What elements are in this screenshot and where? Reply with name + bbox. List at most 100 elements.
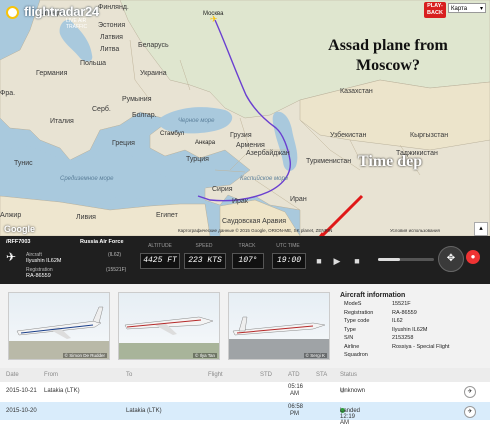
playback-label-line-2: BACK xyxy=(427,10,443,16)
label-romania: Румыния xyxy=(122,96,152,103)
label-mediterranean: Средиземное море xyxy=(60,176,114,182)
google-logo: Google xyxy=(4,224,35,234)
map-type-select[interactable]: Карта ▾ xyxy=(448,3,486,13)
registration-code: (15521F) xyxy=(106,267,127,273)
label-algeria: Алжир xyxy=(0,212,22,219)
header-atd: ATD xyxy=(288,372,300,378)
airplane-action-icon[interactable]: ✈ xyxy=(464,406,476,418)
aircraft-photo-1[interactable]: © Simon De Rudder xyxy=(8,292,110,360)
info-value-type-code: IL62 xyxy=(392,318,403,324)
label-moscow: Москва xyxy=(203,11,224,17)
label-ukraine: Украина xyxy=(140,70,167,77)
info-key-registration: Registration xyxy=(344,309,374,316)
expand-panel-icon[interactable]: ▴ xyxy=(474,222,488,236)
track-value: 107° xyxy=(232,253,264,269)
label-kazakhstan: Казахстан xyxy=(340,88,373,95)
header-sta: STA xyxy=(316,372,328,378)
utc-time-value: 19:00 xyxy=(272,253,306,269)
label-istanbul: Стамбул xyxy=(160,131,185,137)
stop-icon[interactable]: ■ xyxy=(312,254,326,268)
chevron-down-icon: ▾ xyxy=(479,6,483,12)
row-from: Latakia (LTK) xyxy=(44,388,80,394)
label-turkey: Турция xyxy=(186,156,209,163)
label-serbia: Серб. xyxy=(92,106,111,113)
row-atd-time: 06:58 xyxy=(288,404,304,410)
row-atd-time: 05:16 xyxy=(288,384,304,390)
map-type-value: Карта xyxy=(451,6,468,12)
label-turkmenistan: Туркменистан xyxy=(306,158,352,165)
header-std: STD xyxy=(260,372,272,378)
table-row[interactable]: 2015-10-21 Latakia (LTK) 05:16 AM Unknow… xyxy=(0,382,490,400)
label-armenia: Армения xyxy=(236,142,265,149)
info-key-modes: ModeS xyxy=(344,301,362,307)
playback-label-line-1: PLAY- xyxy=(427,3,443,9)
header-date: Date xyxy=(6,372,19,378)
header-to: To xyxy=(126,372,133,378)
flight-map[interactable]: ✈ Москва Швеция Финлянд. Эстония Латвия … xyxy=(0,0,490,236)
photo-credit-3: © Sergi K xyxy=(303,353,327,358)
info-value-sn: 2153258 xyxy=(392,335,414,341)
header-from: From xyxy=(44,372,58,378)
label-tunisia: Тунис xyxy=(14,160,33,167)
label-bulgaria: Болгар. xyxy=(132,112,157,119)
label-poland: Польша xyxy=(80,60,107,67)
info-key-airline: Airline xyxy=(344,343,360,350)
aircraft-info-row: Squadron xyxy=(340,352,488,361)
row-status-text: Unknown xyxy=(340,388,366,394)
label-egypt: Египет xyxy=(156,212,178,219)
aircraft-photo-3[interactable]: © Sergi K xyxy=(228,292,330,360)
aircraft-info-row: Airline Rossiya - Special Flight xyxy=(340,344,488,353)
altitude-value: 4425 FT xyxy=(140,253,180,269)
slider-fill xyxy=(378,258,401,261)
label-italy: Италия xyxy=(50,118,74,125)
row-atd-ampm: PM xyxy=(290,411,299,417)
flight-history-table: Date From To Flight STD ATD STA Status 2… xyxy=(0,368,490,426)
registration-value: RA-86559 xyxy=(26,273,51,279)
label-syria: Сирия xyxy=(212,186,233,193)
playback-button[interactable]: PLAY- BACK xyxy=(424,2,446,18)
info-value-registration: RA-86559 xyxy=(392,309,417,316)
plane-photo-3 xyxy=(229,316,329,359)
info-value-modes: 15521F xyxy=(392,301,411,307)
info-value-type: Ilyushin IL62M xyxy=(392,326,428,333)
row-date: 2015-10-20 xyxy=(6,408,37,414)
row-atd-ampm: AM xyxy=(290,391,299,397)
label-azerbaijan: Азербайджан xyxy=(246,150,290,157)
photo-credit-1: © Simon De Rudder xyxy=(62,353,107,358)
terms-link[interactable]: Условия использования xyxy=(390,228,440,233)
aircraft-name: Ilyushin IL62M xyxy=(26,258,62,264)
aircraft-info-row: Type Ilyushin IL62M xyxy=(340,327,488,336)
logo-subtitle: LIVE AIR TRAFFIC xyxy=(66,18,88,30)
label-lithuania: Литва xyxy=(100,46,120,53)
playback-speed-slider[interactable] xyxy=(378,258,434,261)
plane-photo-1 xyxy=(9,306,109,359)
aircraft-info-row: Type code IL62 xyxy=(340,318,488,327)
airplane-action-icon[interactable]: ✈ xyxy=(464,386,476,398)
table-row[interactable]: 2015-10-20 Latakia (LTK) 06:58 PM Landed… xyxy=(0,402,490,426)
label-iraq: Ирак xyxy=(232,198,248,205)
play-icon[interactable]: ▶ xyxy=(330,254,344,268)
info-key-sn: S/N xyxy=(344,335,354,341)
radar-logo-icon xyxy=(6,6,19,19)
label-ankara: Анкара xyxy=(195,140,216,146)
aircraft-photo-2[interactable]: © Ilya Tan xyxy=(118,292,220,360)
fast-forward-icon[interactable]: ■ xyxy=(350,254,364,268)
aircraft-info-row: ModeS 15521F xyxy=(340,301,488,310)
speed-label: SPEED xyxy=(195,243,213,249)
label-saudi: Саудовская Аравия xyxy=(222,218,287,225)
label-france: Фра. xyxy=(0,90,16,97)
label-iran: Иран xyxy=(290,196,307,203)
label-germany: Германия xyxy=(36,70,68,77)
flightradar24-logo[interactable]: flightradar24 LIVE AIR TRAFFIC xyxy=(6,4,106,30)
aircraft-code: (IL62) xyxy=(108,252,122,258)
photo-credit-2: © Ilya Tan xyxy=(193,353,217,358)
recenter-icon[interactable]: ● xyxy=(466,250,480,264)
pan-control-icon[interactable]: ✥ xyxy=(438,246,464,272)
aircraft-info-title: Aircraft information xyxy=(340,292,406,299)
info-value-airline: Rossiya - Special Flight xyxy=(392,343,450,350)
table-header: Date From To Flight STD ATD STA Status xyxy=(0,368,490,382)
row-to: Latakia (LTK) xyxy=(126,408,162,414)
info-key-squadron: Squadron xyxy=(344,352,368,358)
logo-text: flightradar24 xyxy=(24,4,99,19)
speed-value: 223 KTS xyxy=(184,253,226,269)
